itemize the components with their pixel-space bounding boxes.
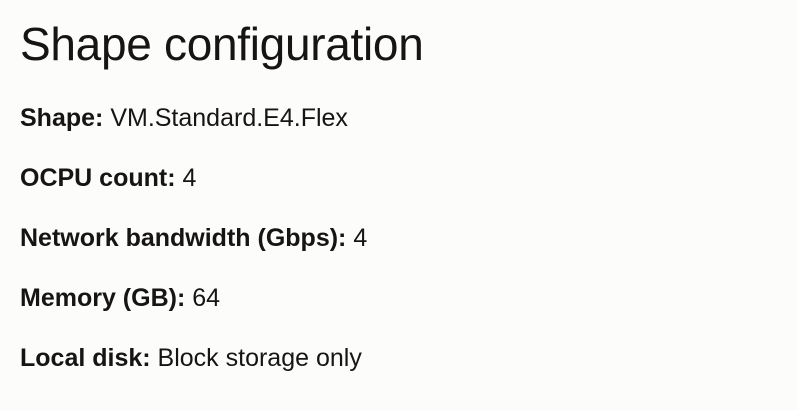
page-title: Shape configuration [20, 18, 424, 70]
detail-label: Memory (GB): [20, 284, 186, 312]
detail-row-ocpu-count: OCPU count: 4 [20, 162, 196, 194]
detail-row-shape: Shape: VM.Standard.E4.Flex [20, 102, 348, 134]
detail-label: OCPU count: [20, 164, 176, 192]
shape-configuration-panel: Shape configuration Shape: VM.Standard.E… [0, 0, 798, 410]
detail-value: 64 [192, 284, 221, 312]
detail-row-memory: Memory (GB): 64 [20, 282, 220, 314]
detail-value: Block storage only [157, 344, 362, 372]
detail-label: Local disk: [20, 344, 151, 372]
detail-value: 4 [353, 224, 368, 252]
detail-value: VM.Standard.E4.Flex [110, 104, 348, 132]
detail-value: 4 [182, 164, 197, 192]
detail-row-local-disk: Local disk: Block storage only [20, 342, 362, 374]
detail-label: Shape: [20, 104, 104, 132]
detail-label: Network bandwidth (Gbps): [20, 224, 347, 252]
detail-row-network-bandwidth: Network bandwidth (Gbps): 4 [20, 222, 367, 254]
